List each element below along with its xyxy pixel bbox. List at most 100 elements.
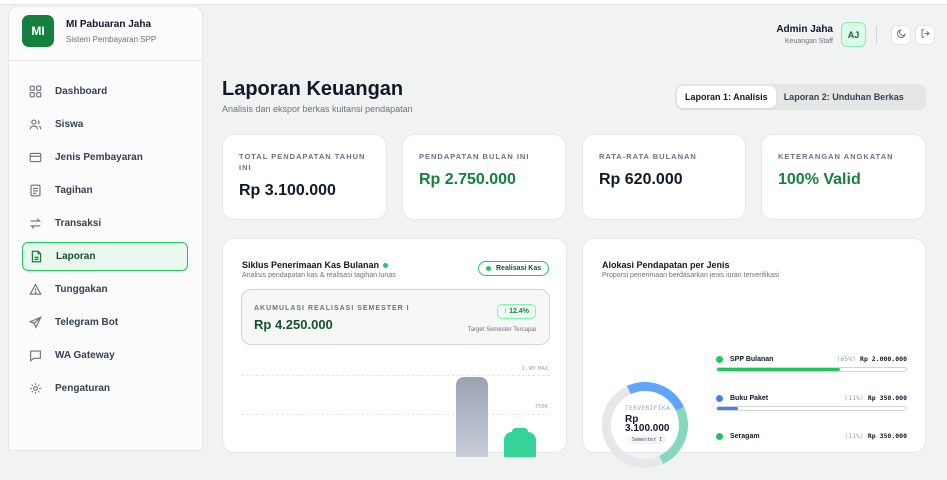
user-role: Keuangan Staff: [784, 38, 833, 45]
panel-title: Alokasi Pendapatan per Jenis: [602, 260, 730, 270]
sidebar-item-label: WA Gateway: [55, 350, 115, 361]
y-tick-max: 1.9M MAX: [521, 366, 549, 372]
legend-item-buku[interactable]: Buku Paket (11%) Rp 350.000: [716, 394, 907, 411]
brand-subtitle: Sistem Pembayaran SPP: [66, 34, 157, 44]
sidebar-item-telegram-bot[interactable]: Telegram Bot: [22, 308, 188, 337]
donut-label: TERVERIFIKA...: [625, 405, 681, 412]
sidebar-item-label: Jenis Pembayaran: [55, 152, 143, 163]
header-divider: [876, 25, 877, 44]
growth-badge: ↑ 12.4%: [496, 304, 536, 319]
stat-card-rata-rata: RATA-RATA BULANAN Rp 620.000: [582, 134, 746, 220]
accumulation-card: AKUMULASI REALISASI SEMESTER I Rp 4.250.…: [241, 289, 550, 345]
accumulation-value: Rp 4.250.000: [254, 317, 333, 332]
header-user-area: Admin Jaha Keuangan Staff AJ: [776, 22, 935, 47]
allocation-panel: Alokasi Pendapatan per Jenis Proporsi pe…: [582, 238, 926, 480]
sidebar-item-jenis-pembayaran[interactable]: Jenis Pembayaran: [22, 143, 188, 172]
legend-percent: (11%): [844, 432, 864, 440]
sidebar-item-transaksi[interactable]: Transaksi: [22, 209, 188, 238]
legend-progress-fill: [717, 368, 840, 371]
brand-logo: MI: [22, 15, 54, 47]
panel-subtitle: Proporsi penerimaan berdasarkan jenis iu…: [602, 272, 780, 279]
user-name: Admin Jaha: [776, 24, 833, 35]
panel-title: Siklus Penerimaan Kas Bulanan: [242, 260, 389, 270]
stat-card-keterangan: KETERANGAN ANGKATAN 100% Valid: [761, 134, 926, 220]
sidebar-nav: Dashboard Siswa Jenis Pembayaran Tagihan…: [22, 77, 188, 407]
panel-subtitle: Analisis pendapatan kas & realisasi tagi…: [242, 272, 396, 279]
sidebar-item-label: Dashboard: [55, 86, 108, 97]
chart-gridline: [241, 375, 550, 376]
chart-bar-gray[interactable]: [456, 377, 488, 457]
sidebar-item-dashboard[interactable]: Dashboard: [22, 77, 188, 106]
legend-amount: Rp 350.000: [867, 394, 907, 402]
card-icon: [25, 151, 45, 164]
bar-cap: [512, 428, 528, 435]
sidebar-item-label: Tagihan: [55, 185, 93, 196]
logout-icon: [920, 26, 931, 44]
legend-percent: (11%): [844, 394, 864, 402]
sidebar-item-wa-gateway[interactable]: WA Gateway: [22, 341, 188, 370]
stat-value: Rp 2.750.000: [419, 171, 516, 188]
page-subtitle: Analisis dan ekspor berkas kuitansi pend…: [222, 104, 413, 114]
stat-label: KETERANGAN ANGKATAN: [778, 152, 894, 161]
brand[interactable]: MI MI Pabuaran Jaha Sistem Pembayaran SP…: [22, 15, 156, 47]
user-info: Admin Jaha Keuangan Staff: [776, 24, 833, 45]
tab-laporan-analisis[interactable]: Laporan 1: Analisis: [677, 86, 776, 108]
tab-laporan-unduhan[interactable]: Laporan 2: Unduhan Berkas: [776, 86, 912, 108]
stat-value: Rp 620.000: [599, 171, 683, 188]
donut-value: Rp 3.100.000: [625, 414, 670, 434]
sidebar-divider: [8, 60, 203, 61]
sidebar-item-pengaturan[interactable]: Pengaturan: [22, 374, 188, 403]
gear-icon: [25, 382, 45, 395]
legend-name: Buku Paket: [730, 394, 769, 402]
accumulation-label: AKUMULASI REALISASI SEMESTER I: [254, 305, 410, 312]
sidebar-item-label: Pengaturan: [55, 383, 111, 394]
stat-label: TOTAL PENDAPATAN TAHUN INI: [239, 152, 366, 172]
logout-button[interactable]: [915, 24, 935, 45]
realisasi-kas-toggle[interactable]: Realisasi Kas: [478, 261, 550, 276]
grid-icon: [25, 85, 45, 98]
avatar[interactable]: AJ: [841, 22, 866, 47]
pill-label: Realisasi Kas: [496, 265, 542, 272]
send-icon: [25, 316, 45, 329]
stat-card-total-tahun: TOTAL PENDAPATAN TAHUN INI Rp 3.100.000: [222, 134, 387, 220]
legend-progress: [716, 367, 907, 372]
chat-icon: [25, 349, 45, 362]
sidebar-item-label: Transaksi: [55, 218, 102, 229]
legend-amount: Rp 2.000.000: [860, 355, 907, 363]
panel-title-text: Siklus Penerimaan Kas Bulanan: [242, 260, 380, 270]
stat-value: 100% Valid: [778, 171, 861, 188]
y-tick-750k: 750K: [534, 404, 548, 410]
cashflow-panel: Siklus Penerimaan Kas Bulanan Analisis p…: [222, 238, 567, 457]
sidebar-item-label: Tunggakan: [55, 284, 108, 295]
legend-item-spp[interactable]: SPP Bulanan (65%) Rp 2.000.000: [716, 355, 907, 372]
stat-value: Rp 3.100.000: [239, 182, 336, 199]
sidebar-item-tagihan[interactable]: Tagihan: [22, 176, 188, 205]
warning-icon: [25, 283, 45, 296]
swap-icon: [25, 217, 45, 230]
chart-bar-green[interactable]: [504, 428, 536, 457]
legend-progress: [716, 406, 907, 411]
theme-toggle-button[interactable]: [891, 24, 911, 45]
legend-percent: (65%): [836, 355, 857, 363]
sidebar-item-siswa[interactable]: Siswa: [22, 110, 188, 139]
sidebar-item-label: Siswa: [55, 119, 84, 130]
users-icon: [25, 118, 45, 131]
chart-gridline: [241, 414, 550, 415]
receipt-icon: [25, 184, 45, 197]
legend-progress-fill: [717, 407, 738, 410]
legend-item-seragam[interactable]: Seragam (11%) Rp 350.000: [716, 432, 907, 440]
sidebar-item-label: Telegram Bot: [55, 317, 119, 328]
sidebar-item-label: Laporan: [56, 251, 96, 262]
stat-label: PENDAPATAN BULAN INI: [419, 152, 530, 161]
file-report-icon: [26, 250, 46, 263]
pill-dot: [486, 266, 491, 271]
legend-dot: [716, 432, 723, 440]
live-dot: [383, 263, 389, 269]
target-note: Target Semester Tercapai: [467, 327, 536, 333]
legend-name: Seragam: [730, 432, 760, 440]
sidebar-item-laporan[interactable]: Laporan: [22, 242, 188, 271]
sidebar-item-tunggakan[interactable]: Tunggakan: [22, 275, 188, 304]
top-strip: [0, 0, 947, 5]
stat-label: RATA-RATA BULANAN: [599, 152, 697, 161]
legend-dot: [716, 394, 723, 402]
